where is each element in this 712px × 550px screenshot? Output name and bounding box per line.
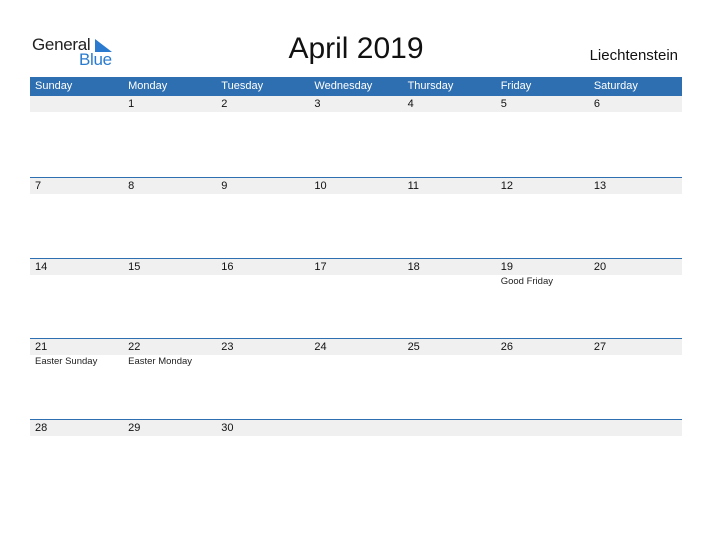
day-number: 8	[128, 180, 135, 192]
day-cell: 2	[216, 96, 309, 112]
weekday-friday: Friday	[500, 80, 532, 92]
day-cell: 30	[216, 420, 309, 436]
day-cell: 19 Good Friday	[496, 259, 589, 289]
day-number: 2	[221, 98, 228, 110]
day-cell	[309, 420, 402, 436]
day-number: 28	[35, 421, 48, 434]
week-days: 14 15 16 17 18 19 Good Friday 20	[30, 259, 682, 289]
day-number: 13	[593, 180, 607, 192]
weekday-monday: Monday	[128, 80, 168, 92]
weekday-header: Sunday Monday Tuesday Wednesday Thursday…	[30, 77, 682, 96]
day-number: 3	[314, 98, 321, 110]
day-cell: 24	[309, 339, 402, 369]
day-number: 21	[35, 341, 48, 353]
day-cell: 9	[216, 178, 309, 194]
day-number: 22	[128, 341, 141, 353]
day-number: 24	[314, 341, 327, 353]
week-row: 7 8 9 10 11 12 13	[30, 177, 682, 258]
day-cell: 17	[309, 259, 402, 289]
week-row: 28 29 30	[30, 418, 682, 500]
week-days: 7 8 9 10 11 12 13	[30, 178, 682, 194]
day-cell: 29	[123, 420, 216, 436]
day-number	[594, 420, 682, 436]
holiday-label: Easter Monday	[128, 356, 193, 367]
day-cell: 14	[30, 259, 123, 289]
day-cell: 11	[403, 178, 496, 194]
day-number: 23	[221, 341, 234, 353]
day-number: 5	[500, 98, 507, 110]
day-number: 17	[314, 260, 327, 273]
day-number: 7	[35, 180, 42, 192]
day-cell	[589, 420, 682, 436]
day-cell: 12	[496, 178, 589, 194]
day-cell	[496, 420, 589, 436]
holiday-label: Good Friday	[500, 275, 553, 287]
day-number: 30	[221, 421, 234, 434]
week-row: 1 2 3 4 5 6	[30, 96, 682, 177]
day-cell: 15	[123, 259, 216, 289]
day-cell: 7	[30, 178, 123, 194]
day-cell: 13	[589, 178, 682, 194]
weekday-wednesday: Wednesday	[314, 80, 373, 92]
day-cell: 6	[589, 96, 682, 112]
day-number: 16	[221, 260, 234, 273]
holiday-label: Easter Sunday	[35, 356, 98, 367]
day-cell: 28	[30, 420, 123, 436]
calendar-grid: Sunday Monday Tuesday Wednesday Thursday…	[30, 77, 682, 499]
day-cell: 16	[216, 259, 309, 289]
weeks-container: 1 2 3 4 5 6 7 8 9 10 11 12 13 14 15 16 17 18 19 Good Friday…	[30, 96, 682, 499]
week-days: 28 29 30	[30, 420, 682, 436]
day-number: 6	[593, 98, 600, 110]
day-number: 10	[314, 180, 327, 192]
day-cell: 8	[123, 178, 216, 194]
day-cell: 4	[403, 96, 496, 112]
weekday-tuesday: Tuesday	[221, 80, 264, 92]
day-cell: 21 Easter Sunday	[30, 339, 123, 369]
day-cell: 20	[589, 259, 682, 289]
day-number: 27	[593, 341, 607, 353]
day-cell	[403, 420, 496, 436]
day-number: 12	[500, 180, 513, 192]
day-number	[408, 420, 496, 436]
day-number: 18	[407, 260, 420, 273]
day-cell: 5	[496, 96, 589, 112]
day-number: 1	[128, 98, 135, 110]
day-number: 9	[221, 180, 228, 192]
day-number: 26	[500, 341, 513, 353]
day-number: 19	[500, 260, 513, 273]
country-label: Liechtenstein	[589, 47, 678, 64]
day-cell: 3	[309, 96, 402, 112]
day-number: 11	[407, 180, 419, 192]
day-cell: 26	[496, 339, 589, 369]
day-number: 25	[407, 341, 420, 353]
week-days: 1 2 3 4 5 6	[30, 96, 682, 112]
day-number: 4	[407, 98, 414, 110]
weekday-saturday: Saturday	[593, 80, 638, 92]
day-number: 20	[593, 260, 607, 273]
day-cell: 18	[403, 259, 496, 289]
day-number	[35, 96, 123, 112]
day-number: 14	[35, 260, 48, 273]
day-cell: 22 Easter Monday	[123, 339, 216, 369]
day-cell: 10	[309, 178, 402, 194]
day-number	[501, 420, 589, 436]
week-row: 14 15 16 17 18 19 Good Friday 20	[30, 257, 682, 339]
day-number: 29	[128, 421, 141, 434]
week-row: 21 Easter Sunday 22 Easter Monday 23 24 25 26 27	[30, 338, 682, 419]
weekday-thursday: Thursday	[407, 80, 454, 92]
day-cell	[30, 96, 123, 112]
day-number	[314, 420, 402, 436]
day-number: 15	[128, 260, 141, 273]
week-days: 21 Easter Sunday 22 Easter Monday 23 24 25 26 27	[30, 339, 682, 369]
day-cell: 1	[123, 96, 216, 112]
day-cell: 23	[216, 339, 309, 369]
weekday-sunday: Sunday	[35, 80, 73, 92]
day-cell: 27	[589, 339, 682, 369]
day-cell: 25	[403, 339, 496, 369]
